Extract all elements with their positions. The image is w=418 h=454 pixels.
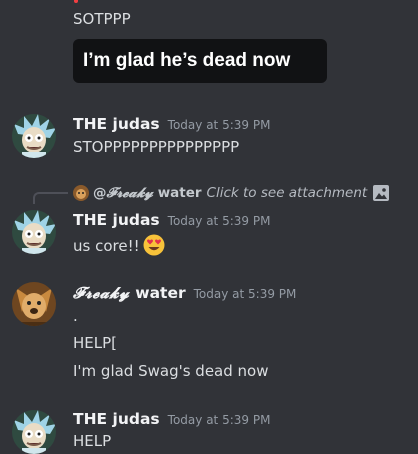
message-text: HELP: [73, 432, 112, 450]
message-text: SOTPPP: [73, 10, 131, 28]
message-text: HELP[: [73, 334, 118, 352]
username[interactable]: THE judas: [73, 211, 160, 229]
username[interactable]: THE judas: [73, 410, 160, 428]
message-text: I'm glad Swag's dead now: [73, 362, 269, 380]
username[interactable]: 𝓕𝓻𝓮𝓪𝓴𝔂 water: [73, 283, 186, 303]
heart-eyes-emoji-icon: [143, 234, 165, 256]
message-text: .: [73, 307, 78, 325]
message-header: 𝓕𝓻𝓮𝓪𝓴𝔂 water Today at 5:39 PM: [73, 283, 296, 303]
image-icon: [373, 185, 390, 201]
reply-preview[interactable]: @𝓕𝓻𝓮𝓪𝓴𝔂 water Click to see attachment: [73, 183, 390, 203]
message-header: THE judas Today at 5:39 PM: [73, 115, 270, 133]
reply-content[interactable]: Click to see attachment: [207, 185, 368, 201]
rick-avatar-icon: [12, 410, 56, 454]
rick-avatar-icon: [12, 210, 56, 254]
avatar[interactable]: [12, 114, 56, 158]
chat-message-list: SOTPPP I’m glad he’s dead now THE judas …: [0, 0, 418, 454]
timestamp[interactable]: Today at 5:39 PM: [194, 287, 297, 301]
timestamp[interactable]: Today at 5:39 PM: [168, 413, 271, 427]
rick-avatar-icon: [12, 114, 56, 158]
avatar[interactable]: [12, 210, 56, 254]
reply-spine: [33, 192, 68, 204]
message-text: us core!!: [73, 234, 165, 256]
reply-avatar: [73, 185, 89, 201]
username[interactable]: THE judas: [73, 115, 160, 133]
reply-username[interactable]: @𝓕𝓻𝓮𝓪𝓴𝔂 water: [93, 185, 202, 201]
dog-avatar-icon: [73, 185, 89, 201]
image-attachment-text: I’m glad he’s dead now: [83, 50, 291, 71]
message-header: THE judas Today at 5:39 PM: [73, 410, 270, 428]
timestamp[interactable]: Today at 5:39 PM: [168, 118, 271, 132]
dog-avatar-icon: [12, 282, 56, 326]
mention-indicator: [74, 0, 78, 3]
avatar[interactable]: [12, 410, 56, 454]
image-attachment[interactable]: I’m glad he’s dead now: [73, 39, 327, 83]
timestamp[interactable]: Today at 5:39 PM: [168, 214, 271, 228]
avatar[interactable]: [12, 282, 56, 326]
message-text: STOPPPPPPPPPPPPPPP: [73, 138, 240, 156]
message-header: THE judas Today at 5:39 PM: [73, 211, 270, 229]
